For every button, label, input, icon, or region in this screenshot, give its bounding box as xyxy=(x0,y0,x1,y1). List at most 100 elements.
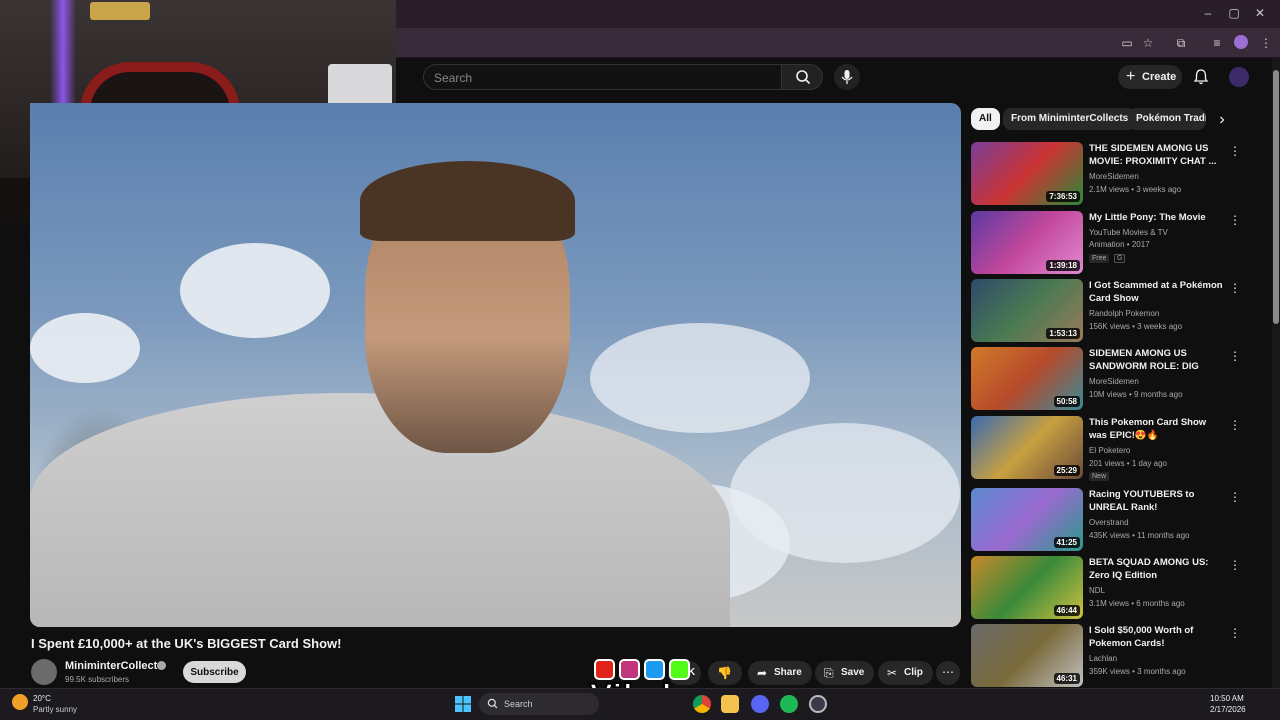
recommendation-meta: 359K views • 3 months ago xyxy=(1089,667,1186,676)
recommendation-channel[interactable]: Lachlan xyxy=(1089,654,1117,663)
dislike-button[interactable]: 👎 xyxy=(708,661,742,685)
search-button[interactable] xyxy=(781,64,823,90)
more-options-icon[interactable]: ⋮ xyxy=(1229,626,1241,640)
browser-menu-icon[interactable]: ⋮ xyxy=(1257,35,1275,51)
weather-description[interactable]: Partly sunny xyxy=(33,705,77,714)
watermark-social-icons xyxy=(594,659,690,681)
recommendation-item[interactable]: 46:31 I Sold $50,000 Worth of Pokemon Ca… xyxy=(971,624,1251,688)
share-button[interactable]: ➦ Share xyxy=(748,661,812,685)
taskbar-search[interactable] xyxy=(479,693,599,715)
recommendation-channel[interactable]: MoreSidemen xyxy=(1089,172,1139,181)
recommendation-channel[interactable]: YouTube Movies & TV xyxy=(1089,228,1168,237)
taskbar-clock-date[interactable]: 2/17/2026 xyxy=(1210,705,1246,714)
recommendation-thumbnail[interactable]: 41:25 xyxy=(971,488,1083,551)
recommendation-meta: 10M views • 9 months ago xyxy=(1089,390,1183,399)
save-label: Save xyxy=(841,667,865,678)
chip-pokemon-trading[interactable]: Pokémon Tradi xyxy=(1128,108,1206,130)
recommendation-item[interactable]: 1:53:13 I Got Scammed at a Pokémon Card … xyxy=(971,279,1251,343)
recommendation-title[interactable]: I Sold $50,000 Worth of Pokemon Cards! xyxy=(1089,624,1225,650)
more-options-icon[interactable]: ⋮ xyxy=(1229,349,1241,363)
search-input[interactable] xyxy=(434,70,764,86)
recommendation-meta: 435K views • 11 months ago xyxy=(1089,531,1190,540)
chevron-right-icon[interactable]: › xyxy=(1212,110,1232,130)
save-button[interactable]: ⎘ Save xyxy=(815,661,875,685)
more-options-icon[interactable]: ⋮ xyxy=(1229,144,1241,158)
recommendation-thumbnail[interactable]: 1:39:18 xyxy=(971,211,1083,274)
share-label: Share xyxy=(774,667,802,678)
recommendation-title[interactable]: My Little Pony: The Movie xyxy=(1089,211,1225,224)
duration-badge: 1:39:18 xyxy=(1046,260,1080,271)
spotify-icon[interactable] xyxy=(780,695,798,713)
plus-icon: + xyxy=(1126,68,1136,85)
more-options-icon[interactable]: ⋮ xyxy=(1229,418,1241,432)
browser-profile-avatar[interactable] xyxy=(1234,35,1248,49)
recommendation-channel[interactable]: El Poketero xyxy=(1089,446,1130,455)
recommendation-item[interactable]: 50:58 SIDEMEN AMONG US SANDWORM ROLE: DI… xyxy=(971,347,1251,411)
weather-sun-icon[interactable] xyxy=(12,694,28,710)
voice-search-button[interactable] xyxy=(834,64,860,90)
recommendation-thumbnail[interactable]: 25:29 xyxy=(971,416,1083,479)
recommendation-title[interactable]: This Pokemon Card Show was EPIC!😍🔥 xyxy=(1089,416,1225,442)
search-box[interactable] xyxy=(423,64,782,90)
account-avatar[interactable] xyxy=(1229,67,1249,87)
recommendation-meta: Animation • 2017 xyxy=(1089,240,1150,249)
discord-icon[interactable] xyxy=(751,695,769,713)
recommendation-title[interactable]: BETA SQUAD AMONG US: Zero IQ Edition xyxy=(1089,556,1225,582)
notifications-bell-icon[interactable] xyxy=(1192,68,1210,86)
recommendation-item[interactable]: 46:44 BETA SQUAD AMONG US: Zero IQ Editi… xyxy=(971,556,1251,620)
channel-name[interactable]: MiniminterCollects xyxy=(65,660,163,672)
recommendation-channel[interactable]: Overstrand xyxy=(1089,518,1129,527)
recommendation-thumbnail[interactable]: 50:58 xyxy=(971,347,1083,410)
recommendation-thumbnail[interactable]: 1:53:13 xyxy=(971,279,1083,342)
bookmark-star-icon[interactable]: ☆ xyxy=(1139,35,1157,51)
recommendation-channel[interactable]: Randolph Pokemon xyxy=(1089,309,1159,318)
minimize-icon[interactable]: – xyxy=(1198,6,1218,20)
recommendation-title[interactable]: I Got Scammed at a Pokémon Card Show xyxy=(1089,279,1225,305)
chip-all[interactable]: All xyxy=(971,108,1000,130)
create-button[interactable]: + Create xyxy=(1118,65,1182,89)
recommendation-meta: 156K views • 3 weeks ago xyxy=(1089,322,1183,331)
recommendation-channel[interactable]: MoreSidemen xyxy=(1089,377,1139,386)
video-player[interactable] xyxy=(30,103,961,627)
windows-start-icon[interactable] xyxy=(455,696,471,712)
duration-badge: 50:58 xyxy=(1053,396,1080,407)
chrome-icon[interactable] xyxy=(693,695,711,713)
more-options-icon[interactable]: ⋮ xyxy=(1229,213,1241,227)
more-options-icon[interactable]: ⋮ xyxy=(1229,490,1241,504)
recommendation-item[interactable]: 7:36:53 THE SIDEMEN AMONG US MOVIE: PROX… xyxy=(971,142,1251,206)
taskbar-search-label[interactable]: Search xyxy=(504,699,533,709)
media-controls-icon[interactable]: ≡ xyxy=(1208,35,1226,51)
recommendation-title[interactable]: THE SIDEMEN AMONG US MOVIE: PROXIMITY CH… xyxy=(1089,142,1225,168)
cast-icon[interactable]: ▭ xyxy=(1118,35,1136,51)
maximize-icon[interactable]: ▢ xyxy=(1224,6,1244,20)
duration-badge: 41:25 xyxy=(1053,537,1080,548)
instagram-icon xyxy=(619,659,640,680)
recommendation-meta: 2.1M views • 3 weeks ago xyxy=(1089,185,1182,194)
steam-icon[interactable] xyxy=(809,695,827,713)
more-options-icon[interactable]: ⋮ xyxy=(1229,281,1241,295)
recommendation-title[interactable]: Racing YOUTUBERS to UNREAL Rank! xyxy=(1089,488,1225,514)
recommendation-thumbnail[interactable]: 7:36:53 xyxy=(971,142,1083,205)
share-icon: ➦ xyxy=(757,666,768,680)
recommendation-item[interactable]: 25:29 This Pokemon Card Show was EPIC!😍🔥… xyxy=(971,416,1251,481)
chip-from-channel[interactable]: From MiniminterCollects xyxy=(1003,108,1137,130)
channel-avatar[interactable] xyxy=(31,659,57,685)
recommendation-channel[interactable]: NDL xyxy=(1089,586,1105,595)
weather-temperature[interactable]: 20°C xyxy=(33,694,51,703)
recommendation-item[interactable]: 41:25 Racing YOUTUBERS to UNREAL Rank! O… xyxy=(971,488,1251,552)
duration-badge: 1:53:13 xyxy=(1046,328,1080,339)
more-options-icon[interactable]: ⋮ xyxy=(1229,558,1241,572)
subscribe-button[interactable]: Subscribe xyxy=(183,661,246,683)
recommendation-thumbnail[interactable]: 46:31 xyxy=(971,624,1083,687)
scissors-icon: ✂ xyxy=(887,666,898,680)
close-icon[interactable]: ✕ xyxy=(1250,6,1270,20)
more-actions-button[interactable]: ⋯ xyxy=(936,661,960,685)
file-explorer-icon[interactable] xyxy=(721,695,739,713)
scrollbar-thumb[interactable] xyxy=(1273,70,1279,324)
extensions-icon[interactable]: ⧉ xyxy=(1172,35,1190,51)
clip-button[interactable]: ✂ Clip xyxy=(878,661,933,685)
taskbar-clock-time[interactable]: 10:50 AM xyxy=(1210,694,1244,703)
recommendation-thumbnail[interactable]: 46:44 xyxy=(971,556,1083,619)
recommendation-item[interactable]: 1:39:18 My Little Pony: The Movie YouTub… xyxy=(971,211,1251,275)
recommendation-title[interactable]: SIDEMEN AMONG US SANDWORM ROLE: DIG UNDE… xyxy=(1089,347,1225,373)
